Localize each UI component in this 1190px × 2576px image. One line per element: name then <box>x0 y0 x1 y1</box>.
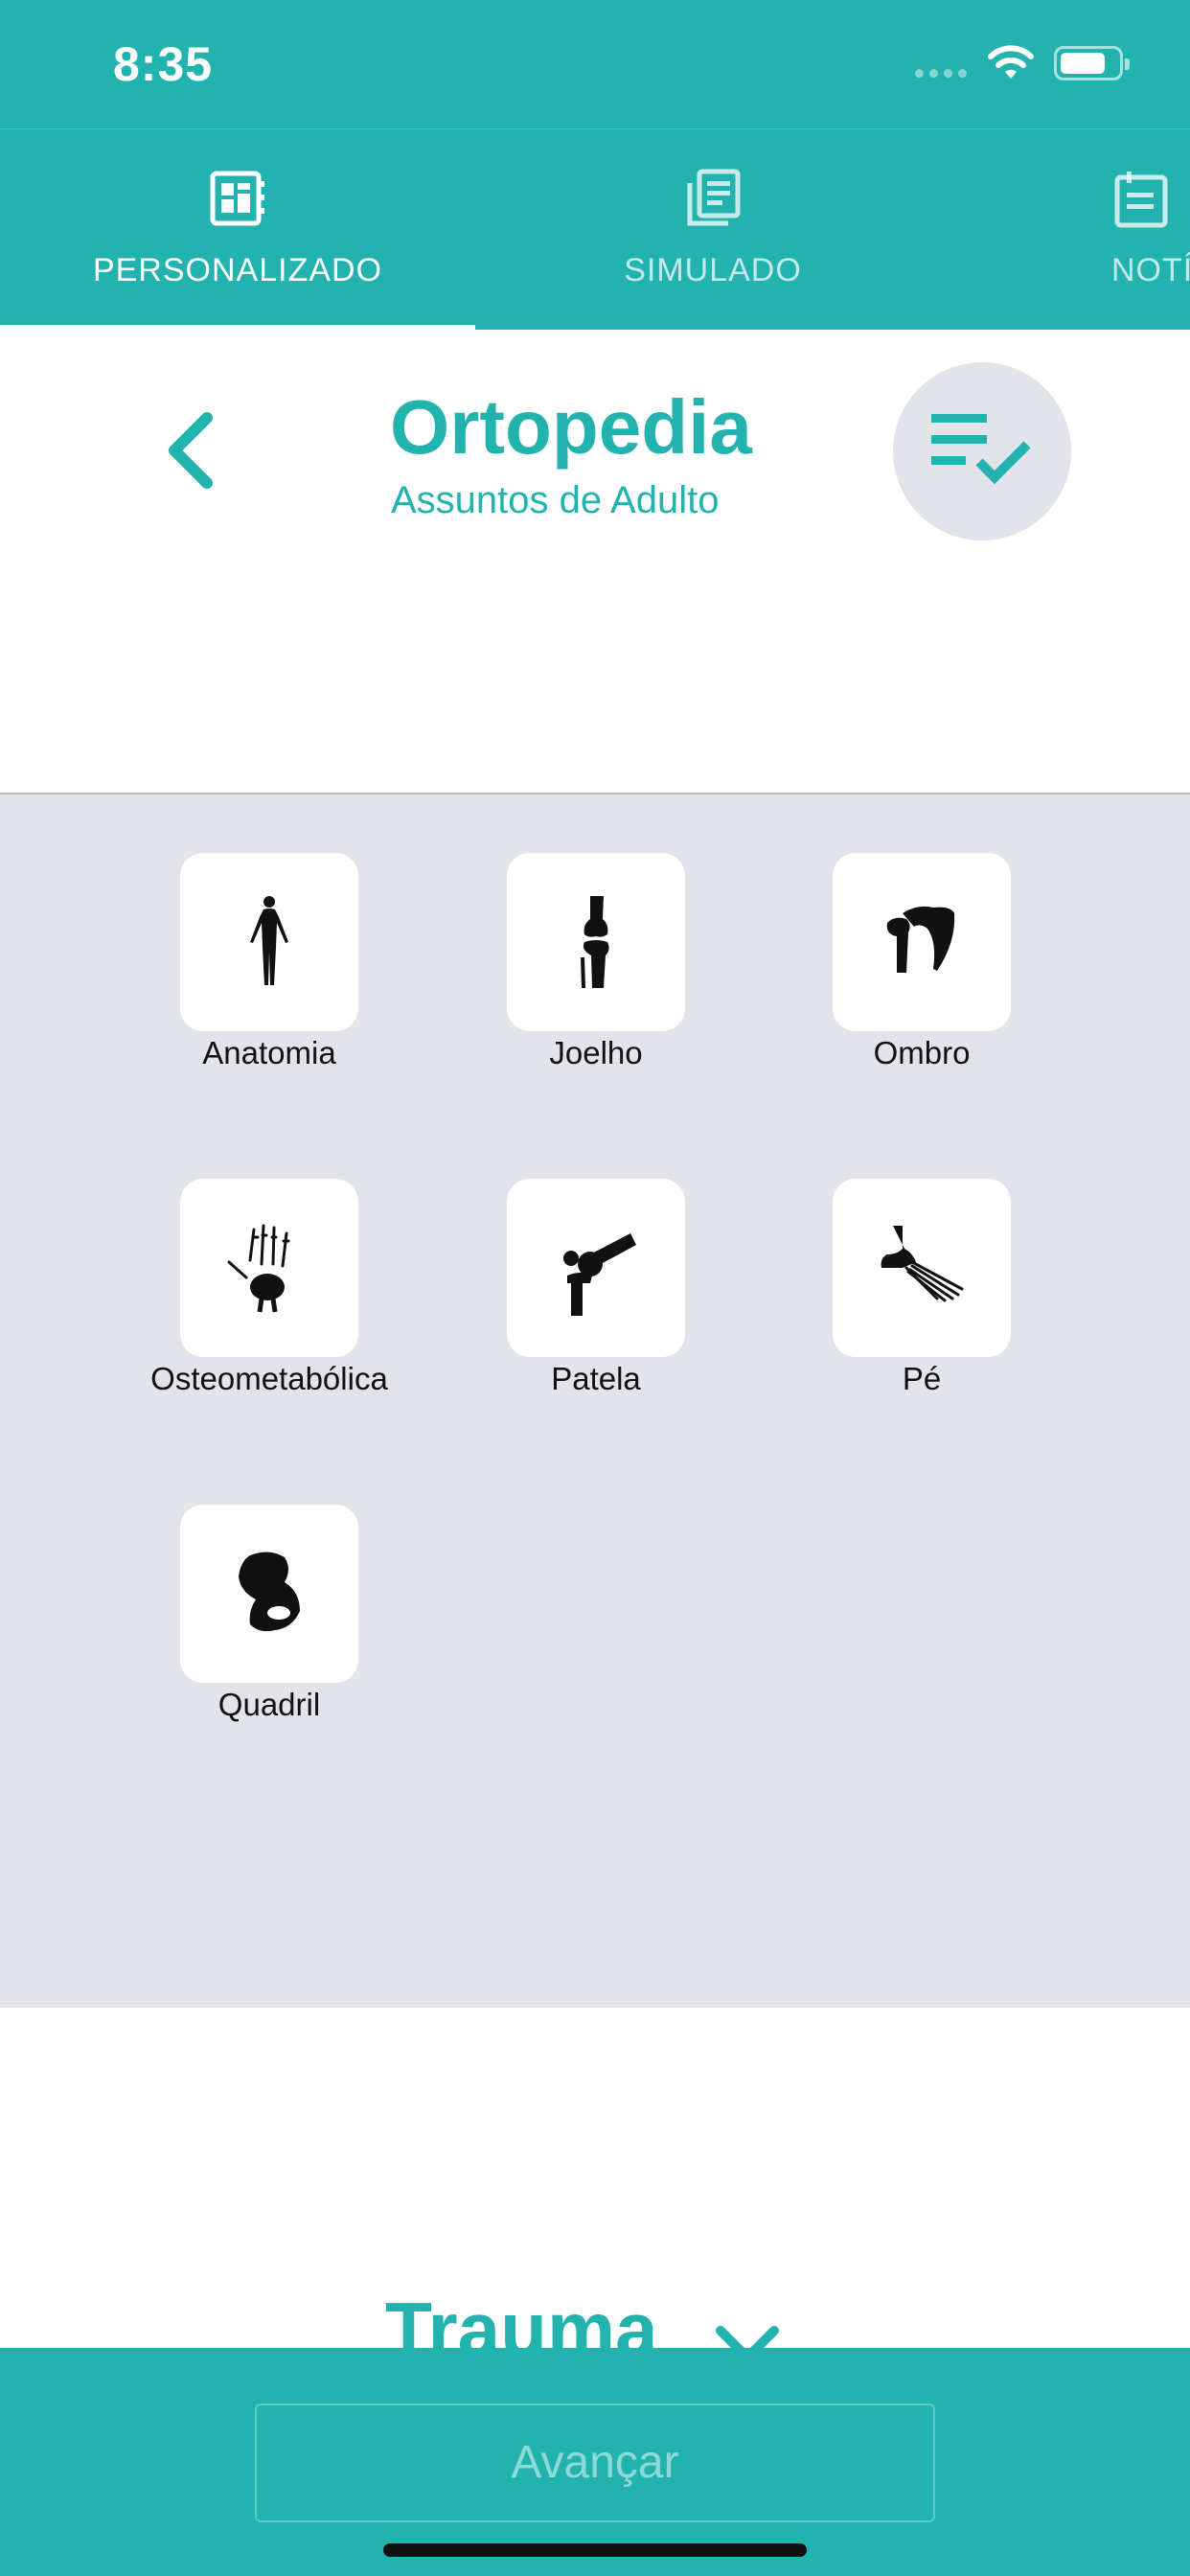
tab-label: NOTÍ <box>1111 252 1190 288</box>
home-indicator <box>383 2543 807 2557</box>
topic-card[interactable] <box>180 1505 358 1683</box>
topics-grid: Anatomia Joelho Ombro Osteometabólica Pa… <box>0 793 1190 2008</box>
tab-label: SIMULADO <box>624 252 802 288</box>
dashboard-icon <box>210 171 264 226</box>
human-body-icon <box>250 896 288 985</box>
foot-skeleton-icon <box>881 1226 964 1302</box>
hand-skeleton-icon <box>227 1224 290 1313</box>
page-subtitle: Assuntos de Adulto <box>391 479 720 521</box>
status-bar: 8:35 <box>0 0 1190 128</box>
tab-simulado[interactable]: SIMULADO <box>475 129 950 331</box>
cellular-signal-icon <box>915 69 967 78</box>
topic-card[interactable] <box>833 853 1011 1031</box>
tab-bar: PERSONALIZADO SIMULADO NOTÍ <box>0 128 1190 331</box>
back-chevron-icon[interactable] <box>153 402 230 498</box>
wifi-icon <box>988 45 1034 79</box>
tab-label: PERSONALIZADO <box>92 252 383 288</box>
tab-indicator <box>0 325 475 331</box>
hip-icon <box>239 1552 300 1632</box>
topic-card[interactable] <box>833 1179 1011 1357</box>
patella-icon <box>563 1233 636 1316</box>
knee-icon <box>581 896 609 988</box>
shoulder-icon <box>886 906 955 973</box>
document-stack-icon <box>687 169 741 226</box>
page-title: Ortopedia <box>390 384 752 470</box>
topic-card[interactable] <box>180 1179 358 1357</box>
list-check-icon <box>931 414 1031 485</box>
topic-card[interactable] <box>507 1179 685 1357</box>
screen: 8:35 PERSONALIZADO SIMULADO NOTÍ Ortoped… <box>0 0 1190 2576</box>
topic-card[interactable] <box>507 853 685 1031</box>
tab-noticias[interactable]: NOTÍ <box>1092 129 1190 331</box>
topic-label: Pé <box>902 1361 942 1396</box>
calendar-icon <box>1114 172 1168 228</box>
select-all-button[interactable] <box>893 362 1071 540</box>
battery-icon <box>1054 46 1130 80</box>
topic-card[interactable] <box>180 853 358 1031</box>
advance-button[interactable]: Avançar <box>255 2404 935 2522</box>
topic-label: Ombro <box>873 1035 971 1070</box>
status-time: 8:35 <box>113 37 214 91</box>
tab-personalizado[interactable]: PERSONALIZADO <box>0 129 475 331</box>
topic-label: Quadril <box>217 1687 321 1722</box>
bottom-bar: Avançar <box>0 2348 1190 2576</box>
